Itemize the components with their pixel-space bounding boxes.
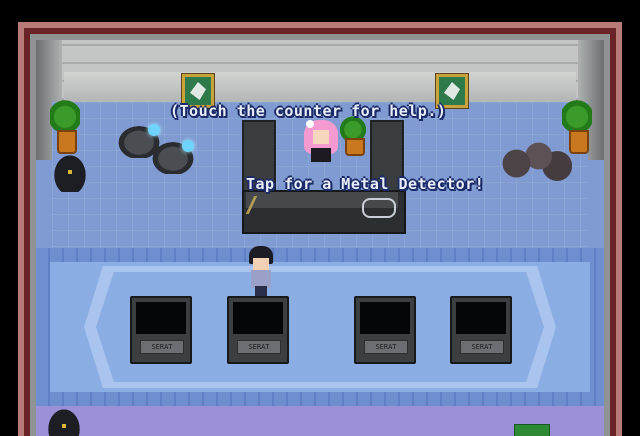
board-screen bbox=[456, 302, 506, 334]
player-character bbox=[246, 246, 276, 296]
player-face bbox=[253, 258, 269, 270]
board-plate: SERAT bbox=[140, 340, 184, 354]
player-legs bbox=[255, 286, 267, 296]
green-box[interactable] bbox=[514, 424, 550, 436]
sign-board[interactable]: SERAT bbox=[354, 296, 416, 364]
rat-creature[interactable] bbox=[150, 140, 196, 174]
rock-creatures[interactable] bbox=[498, 136, 572, 186]
game-scene: SERAT SERAT SERAT SERAT (Touch the count… bbox=[0, 0, 640, 436]
shadow-creature-bottom[interactable] bbox=[44, 404, 84, 436]
npc-hair-flower bbox=[306, 120, 314, 128]
board-screen bbox=[360, 302, 410, 334]
sign-board[interactable]: SERAT bbox=[130, 296, 192, 364]
help-hint-text: (Touch the counter for help.) bbox=[170, 102, 447, 120]
board-plate: SERAT bbox=[364, 340, 408, 354]
counter-plant bbox=[338, 114, 368, 156]
sign-board[interactable]: SERAT bbox=[450, 296, 512, 364]
npc-face bbox=[313, 130, 329, 144]
back-wall-ledge bbox=[64, 72, 576, 105]
sign-board[interactable]: SERAT bbox=[227, 296, 289, 364]
plant-leaves bbox=[562, 94, 592, 132]
board-screen bbox=[233, 302, 283, 334]
board-screen bbox=[136, 302, 186, 334]
creature-glow bbox=[148, 124, 160, 136]
plant-pot bbox=[345, 138, 365, 156]
key-item[interactable] bbox=[362, 198, 396, 218]
painting-art bbox=[444, 82, 460, 100]
creature-mark bbox=[68, 170, 72, 174]
board-plate: SERAT bbox=[237, 340, 281, 354]
npc-body bbox=[311, 148, 331, 162]
plant-leaves bbox=[50, 94, 80, 132]
shadow-creature[interactable] bbox=[50, 150, 90, 192]
shopkeeper-npc[interactable] bbox=[304, 120, 338, 162]
board-plate: SERAT bbox=[460, 340, 504, 354]
plant-pot bbox=[569, 130, 589, 154]
metal-detector-prompt[interactable]: Tap for a Metal Detector! bbox=[246, 175, 484, 193]
painting-art bbox=[190, 82, 206, 100]
creature-glow bbox=[182, 140, 194, 152]
creature-mark bbox=[62, 424, 66, 428]
potted-plant-left bbox=[50, 94, 80, 154]
